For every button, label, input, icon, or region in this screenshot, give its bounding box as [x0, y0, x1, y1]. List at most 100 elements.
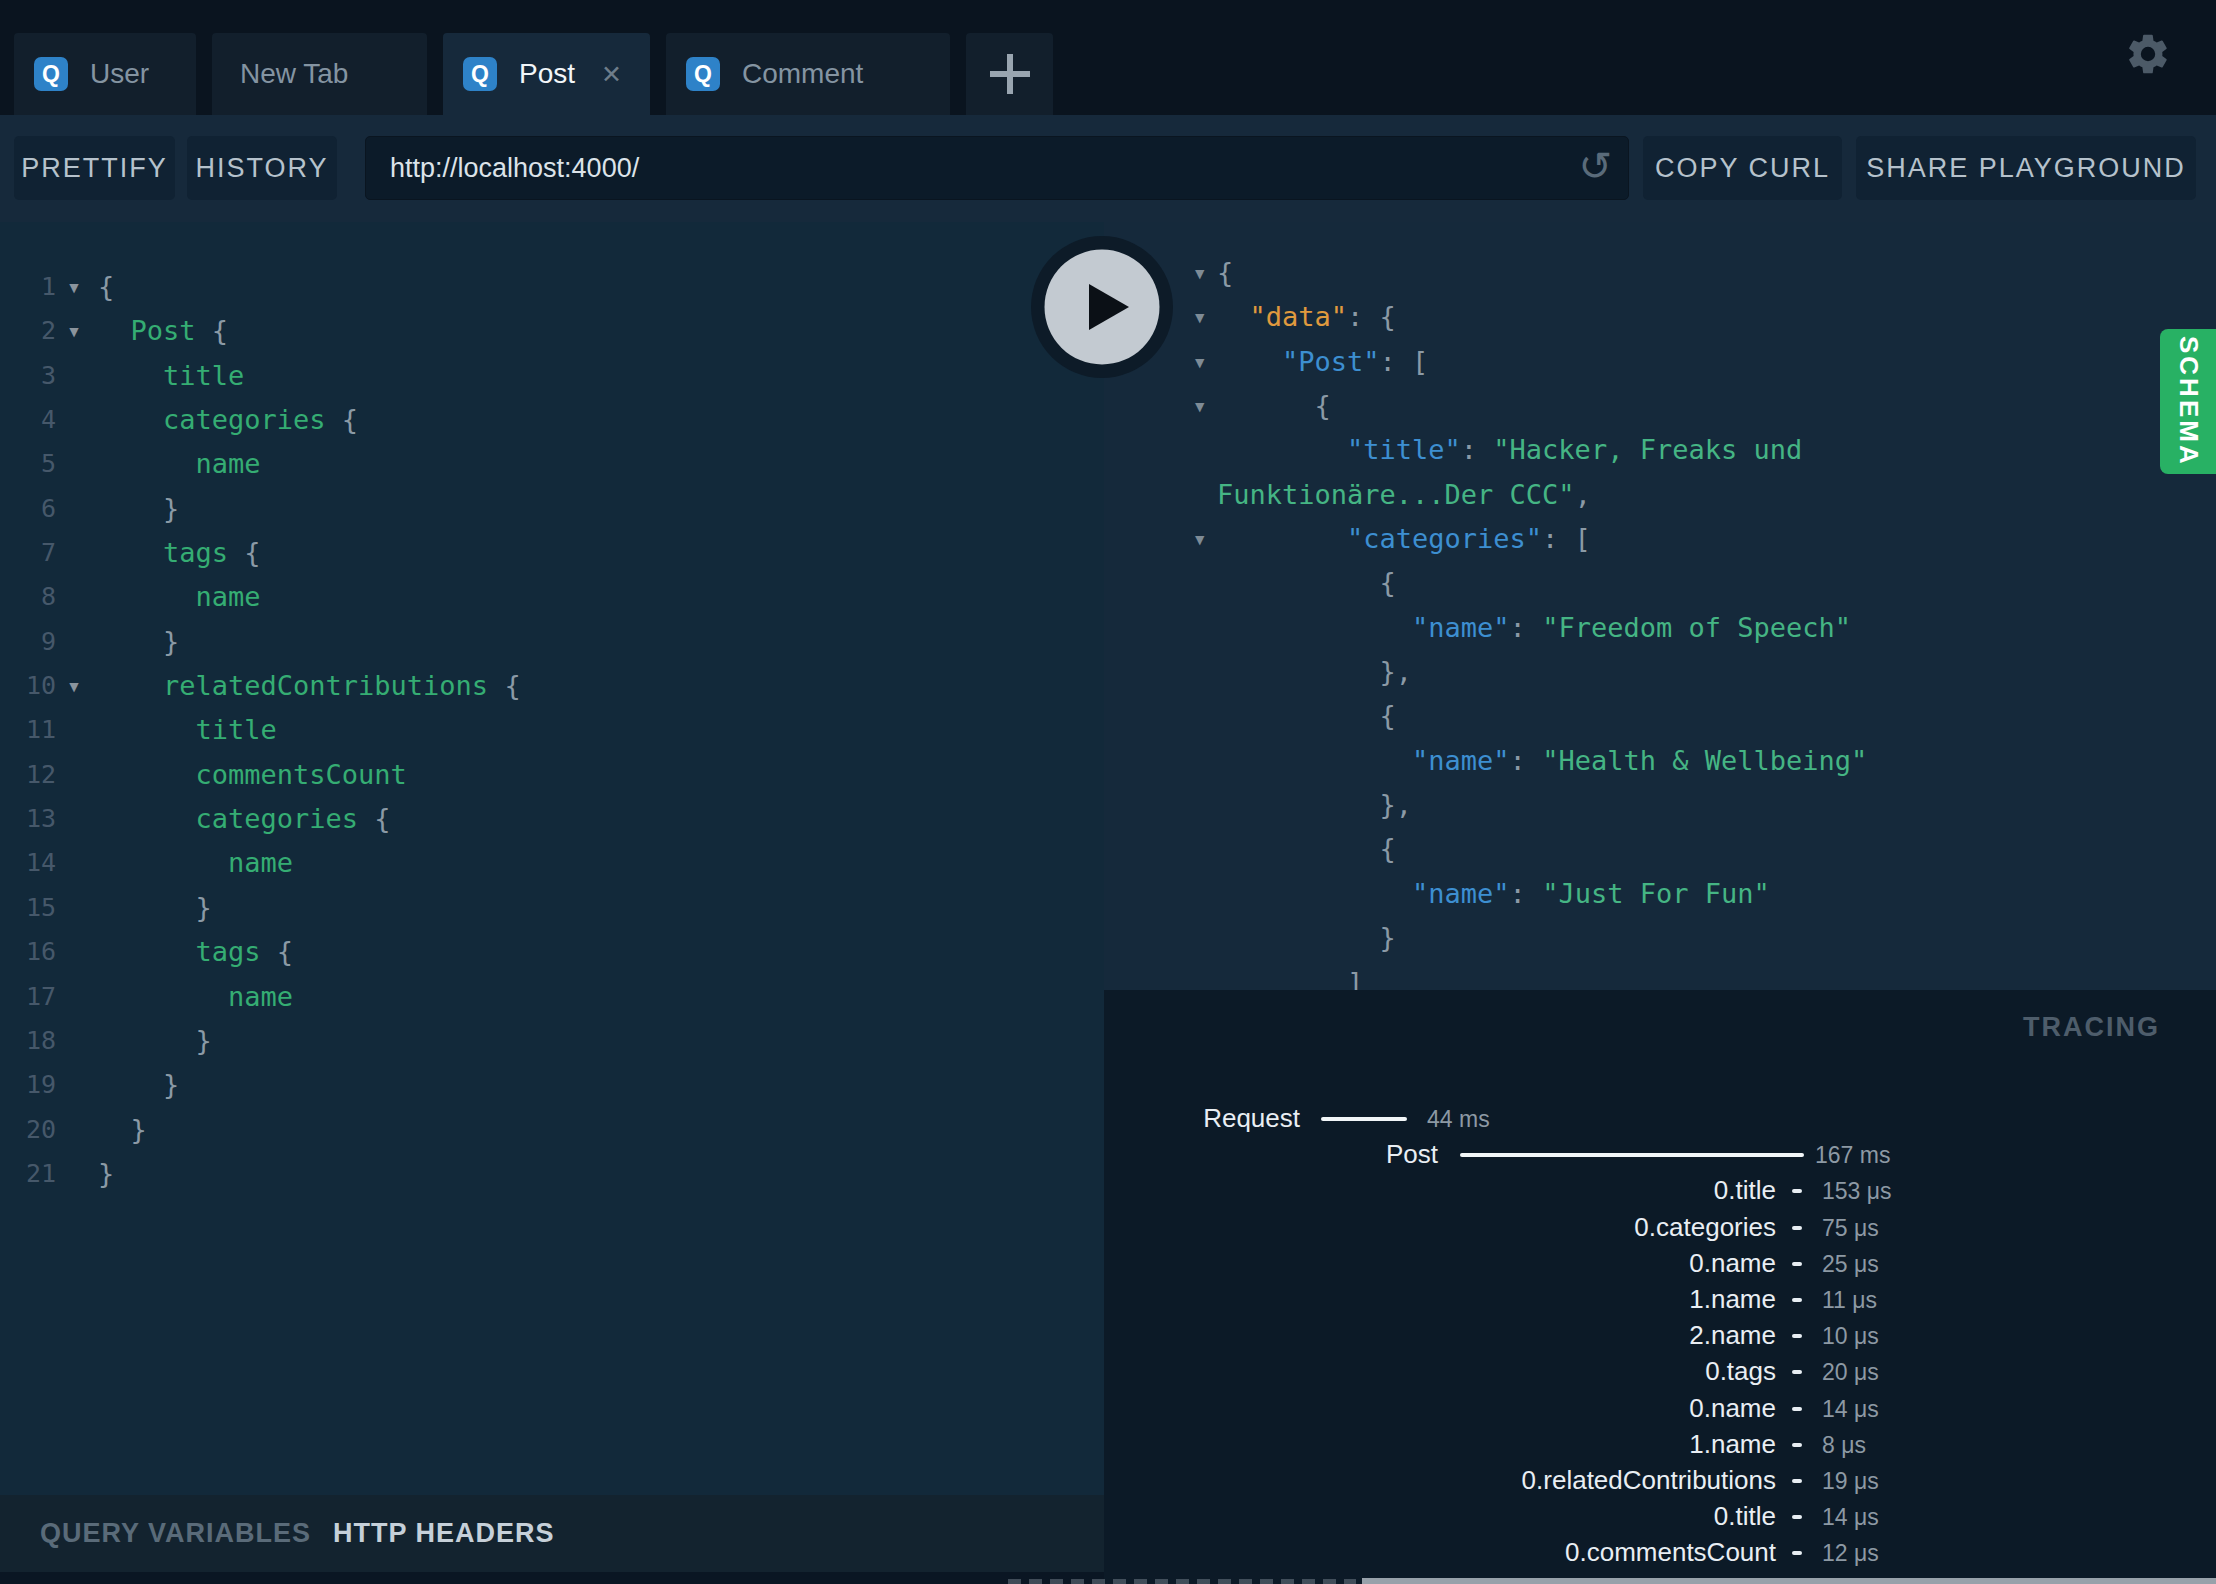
tab-new-tab[interactable]: New Tab [212, 33, 427, 115]
tracing-row: Request44 ms [1104, 1101, 2216, 1137]
fold-arrow-icon[interactable]: ▾ [1104, 384, 1207, 428]
token-punct: } [196, 1025, 212, 1056]
code-text: name [98, 975, 293, 1019]
settings-gear-icon[interactable] [2124, 30, 2172, 78]
fold-gutter [1104, 473, 1207, 517]
line-number: 13 [0, 797, 56, 841]
fold-gutter [56, 442, 92, 486]
token-punct: { [1380, 567, 1396, 598]
query-line: 2▾Post { [0, 309, 1104, 353]
query-editor-pane[interactable]: 1▾{2▾Post {3title4categories {5name6}7ta… [0, 222, 1104, 1495]
code-text: ] [1217, 961, 1363, 991]
code-text: name [98, 442, 261, 486]
query-line: 1▾{ [0, 265, 1104, 309]
token-punct: : [1461, 434, 1494, 465]
query-variables-tab[interactable]: QUERY VARIABLES [40, 1518, 311, 1549]
code-text: { [1217, 561, 1396, 605]
response-line: "name": "Health & Wellbeing" [1104, 739, 2216, 783]
tracing-row-label: 0.name [1689, 1248, 1776, 1279]
token-punct: { [1315, 390, 1331, 421]
tracing-row: 0.name25 μs [1104, 1246, 2216, 1282]
token-punct: { [326, 404, 359, 435]
token-field: name [196, 581, 261, 612]
token-punct: }, [1380, 789, 1413, 820]
line-number: 2 [0, 309, 56, 353]
tracing-row-time: 12 μs [1822, 1540, 1879, 1567]
tracing-row-time: 10 μs [1822, 1323, 1879, 1350]
token-field: categories [163, 404, 326, 435]
code-text: }, [1217, 650, 1412, 694]
code-text: commentsCount [98, 753, 407, 797]
tab-user[interactable]: QUser [14, 33, 196, 115]
fold-gutter [56, 620, 92, 664]
line-number: 5 [0, 442, 56, 486]
line-number: 4 [0, 398, 56, 442]
response-line: ▾{ [1104, 384, 2216, 428]
tab-post[interactable]: QPost✕ [443, 33, 650, 115]
fold-gutter [56, 354, 92, 398]
tracing-row-label: 0.name [1689, 1393, 1776, 1424]
response-line: } [1104, 916, 2216, 960]
code-text: }, [1217, 783, 1412, 827]
token-punct: { [261, 936, 294, 967]
token-key: "Post" [1282, 346, 1380, 377]
tab-comment[interactable]: QComment [666, 33, 950, 115]
code-text: } [98, 886, 212, 930]
fold-gutter [56, 575, 92, 619]
fold-gutter [1104, 961, 1207, 991]
fold-arrow-icon[interactable]: ▾ [56, 309, 92, 353]
copy-curl-button[interactable]: COPY CURL [1643, 136, 1842, 200]
token-string: "Freedom of Speech" [1542, 612, 1851, 643]
response-line: ] [1104, 961, 2216, 991]
code-text: { [1217, 694, 1396, 738]
query-badge-icon: Q [686, 57, 720, 91]
tracing-title: TRACING [2023, 1012, 2160, 1043]
token-string: "Health & Wellbeing" [1542, 745, 1867, 776]
tracing-row: 0.title153 μs [1104, 1173, 2216, 1209]
reload-icon[interactable]: ↺ [1578, 146, 1612, 186]
line-number: 3 [0, 354, 56, 398]
code-text: name [98, 575, 261, 619]
query-line: 10▾ relatedContributions { [0, 664, 1104, 708]
code-text: title [98, 708, 277, 752]
fold-gutter [1104, 561, 1207, 605]
history-button[interactable]: HISTORY [187, 136, 337, 200]
line-number: 20 [0, 1108, 56, 1152]
tab-bar: QUserNew TabQPost✕QComment [0, 0, 2216, 115]
tracing-duration-bar [1460, 1153, 1804, 1157]
tracing-row-time: 167 ms [1815, 1142, 1890, 1169]
fold-arrow-icon[interactable]: ▾ [56, 664, 92, 708]
tracing-row-time: 11 μs [1822, 1287, 1877, 1314]
prettify-button[interactable]: PRETTIFY [14, 136, 175, 200]
token-field: relatedContributions [163, 670, 488, 701]
fold-gutter [56, 531, 92, 575]
tracing-horizontal-scrollbar[interactable] [1362, 1578, 2216, 1584]
token-key: "title" [1347, 434, 1461, 465]
tracing-row-label: 0.tags [1705, 1356, 1776, 1387]
line-number: 10 [0, 664, 56, 708]
response-line: }, [1104, 783, 2216, 827]
code-text: "categories": [ [1217, 517, 1591, 561]
http-headers-tab[interactable]: HTTP HEADERS [333, 1518, 555, 1549]
response-line: { [1104, 694, 2216, 738]
code-text: categories { [98, 398, 358, 442]
token-field: commentsCount [196, 759, 407, 790]
code-text: "name": "Freedom of Speech" [1217, 606, 1851, 650]
tracing-row: 2.name10 μs [1104, 1318, 2216, 1354]
tab-close-icon[interactable]: ✕ [601, 60, 622, 89]
fold-gutter [56, 1063, 92, 1107]
token-field: name [228, 981, 293, 1012]
new-tab-button[interactable] [966, 33, 1053, 115]
bottom-strip [0, 1572, 1104, 1584]
tracing-row-time: 8 μs [1822, 1432, 1866, 1459]
share-playground-button[interactable]: SHARE PLAYGROUND [1856, 136, 2196, 200]
execute-play-button[interactable] [1030, 235, 1174, 379]
tracing-row-time: 14 μs [1822, 1396, 1879, 1423]
code-text: name [98, 841, 293, 885]
endpoint-url-input[interactable]: http://localhost:4000/ ↺ [365, 136, 1629, 200]
token-punct: : [ [1380, 346, 1429, 377]
fold-arrow-icon[interactable]: ▾ [1104, 517, 1207, 561]
token-punct: { [488, 670, 521, 701]
schema-tab[interactable]: SCHEMA [2160, 329, 2216, 474]
fold-arrow-icon[interactable]: ▾ [56, 265, 92, 309]
